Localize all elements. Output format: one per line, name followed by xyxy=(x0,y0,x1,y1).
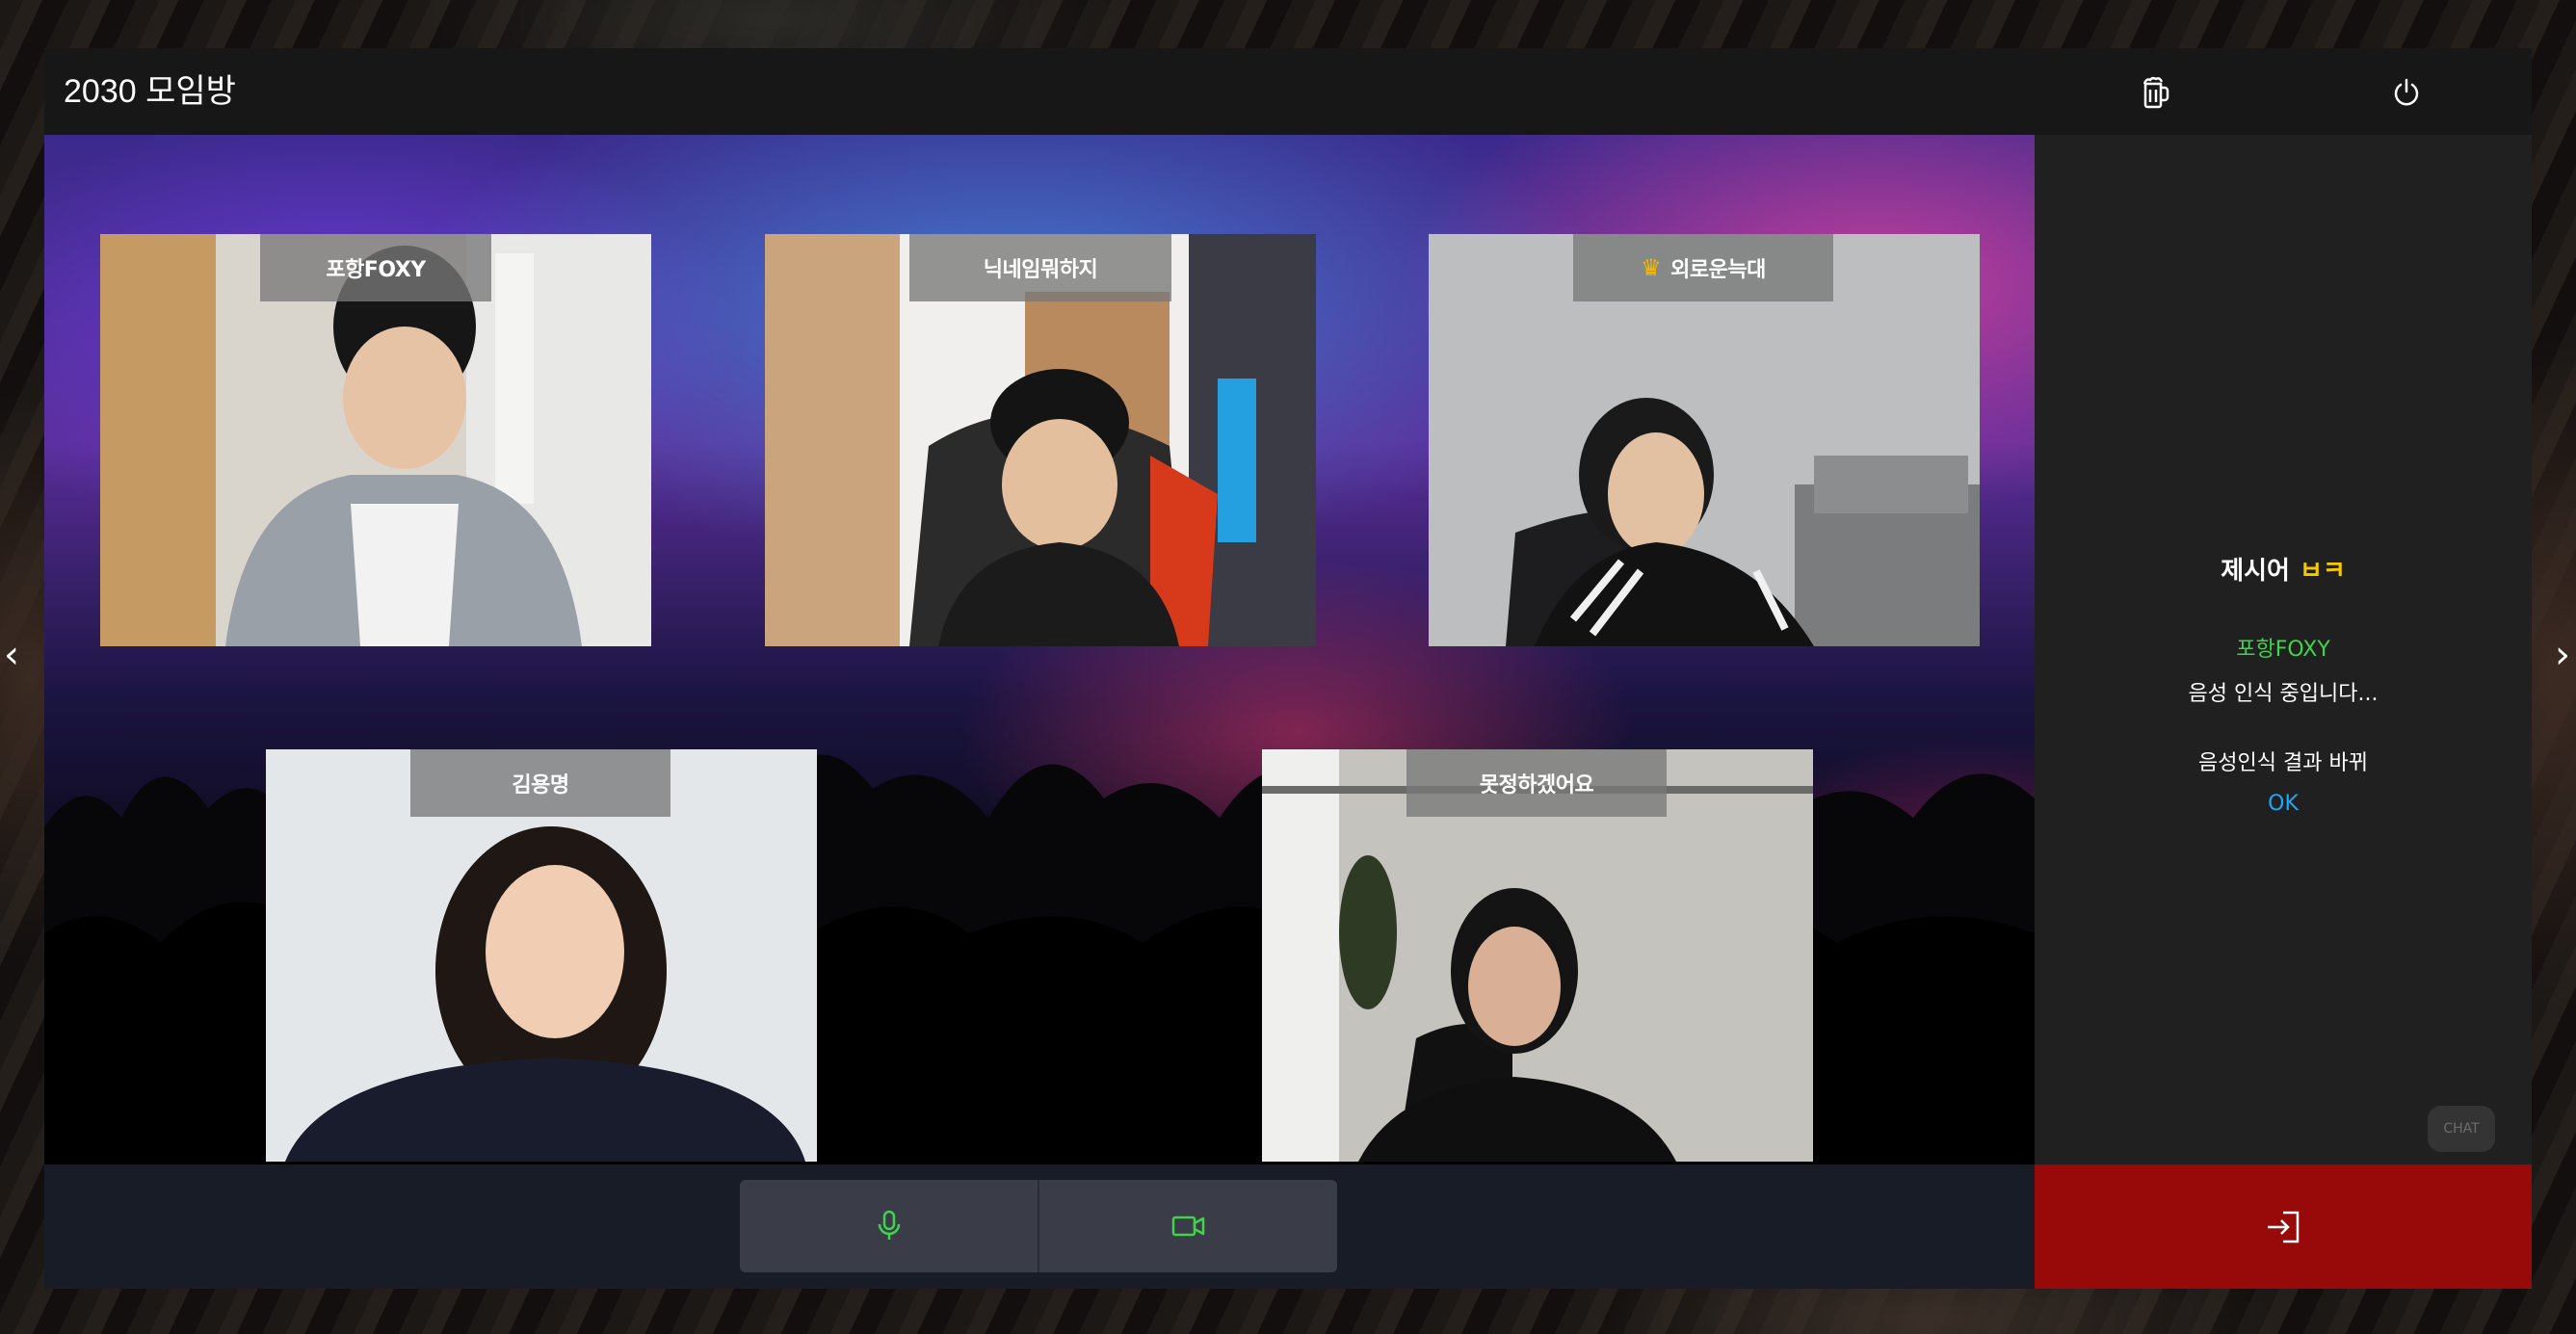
presenter-label: 제시어 xyxy=(2221,557,2290,586)
media-controls xyxy=(740,1180,1337,1272)
exit-icon xyxy=(2268,1211,2300,1242)
video-tile: ♛ 외로운늑대 xyxy=(1429,234,1980,646)
participant-name-tag: 못정하겠어요 xyxy=(1406,749,1667,817)
video-camera-icon xyxy=(1171,1216,1204,1237)
recognition-result-value: OK xyxy=(2268,792,2299,816)
participant-name-tag: 닉네임뭐하지 xyxy=(909,234,1171,301)
keyword-line: 제시어 ㅂㅋ xyxy=(2035,551,2532,587)
game-panel: 제시어 ㅂㅋ 포항FOXY 음성 인식 중입니다... 음성인식 결과 바뀌 OK xyxy=(2035,135,2532,1164)
participant-name: 외로운늑대 xyxy=(1670,258,1766,282)
video-tile: 김용명 xyxy=(266,749,817,1162)
control-bar xyxy=(44,1164,2035,1289)
participant-name-tag: 김용명 xyxy=(410,749,670,817)
current-speaker: 포항FOXY xyxy=(2236,638,2330,662)
camera-button[interactable] xyxy=(1038,1180,1337,1272)
participant-name-tag: ♛ 외로운늑대 xyxy=(1573,234,1833,301)
power-icon[interactable] xyxy=(2387,73,2426,112)
chat-tab[interactable]: CHAT xyxy=(2428,1106,2495,1152)
participant-name: 닉네임뭐하지 xyxy=(983,258,1098,282)
crown-icon: ♛ xyxy=(1641,254,1662,281)
video-tile: 못정하겠어요 xyxy=(1262,749,1813,1162)
room-title: 2030 모임방 xyxy=(64,73,236,110)
recognition-status: 음성 인식 중입니다... xyxy=(2188,682,2379,706)
keyword-hint: ㅂㅋ xyxy=(2299,557,2346,586)
video-tile: 닉네임뭐하지 xyxy=(765,234,1316,646)
recognition-result-label: 음성인식 결과 바뀌 xyxy=(2198,751,2368,775)
chevron-left-icon[interactable]: ‹ xyxy=(2,636,21,674)
top-bar: 2030 모임방 xyxy=(44,48,2532,135)
microphone-icon xyxy=(878,1210,900,1240)
video-tile: 포항FOXY xyxy=(100,234,651,646)
game-window: 2030 모임방 포항FOXY 닉네임뭐하지 ♛ 외로운늑대 김용명 못정하겠어… xyxy=(44,48,2532,1289)
microphone-button[interactable] xyxy=(740,1180,1038,1272)
video-stage: 포항FOXY 닉네임뭐하지 ♛ 외로운늑대 김용명 못정하겠어요 xyxy=(44,135,2035,1164)
beer-icon[interactable] xyxy=(2137,73,2175,112)
participant-name: 못정하겠어요 xyxy=(1479,773,1594,798)
participant-name-tag: 포항FOXY xyxy=(260,234,491,301)
exit-button[interactable] xyxy=(2035,1164,2532,1289)
chevron-right-icon[interactable]: › xyxy=(2553,636,2572,674)
participant-name: 포항FOXY xyxy=(326,258,426,282)
participant-name: 김용명 xyxy=(512,773,569,798)
